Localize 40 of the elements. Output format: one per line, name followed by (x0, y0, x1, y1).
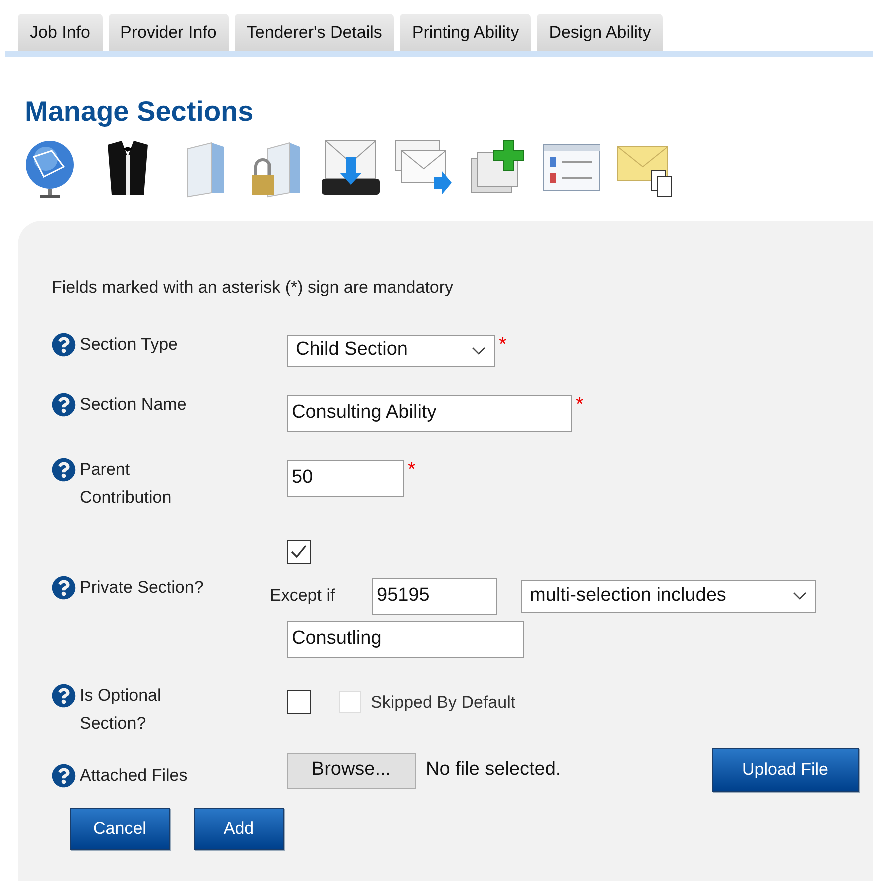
text-field[interactable]: Consutling (287, 620, 524, 658)
except-if-label: Except if (270, 585, 336, 608)
tab[interactable]: Printing Ability (400, 14, 532, 51)
condition-select[interactable]: multi-selection includes (521, 580, 816, 612)
file-status: No file selected. (426, 758, 562, 782)
required-mark: * (408, 460, 416, 480)
chevron-down-icon (793, 592, 807, 600)
form-button[interactable]: Add (194, 808, 284, 850)
chevron-down-icon (472, 346, 486, 354)
help-icon[interactable] (52, 458, 76, 482)
checkbox-label: Skipped By Default (371, 692, 516, 714)
required-mark: * (499, 334, 507, 354)
field-label: Section Name (80, 394, 187, 416)
tab[interactable]: Job Info (18, 14, 102, 51)
help-icon[interactable] (52, 764, 76, 788)
form-button[interactable]: Cancel (70, 808, 170, 850)
help-icon[interactable] (52, 392, 76, 416)
text-field[interactable]: Consulting Ability (287, 394, 572, 432)
check-icon (291, 544, 307, 558)
help-icon[interactable] (52, 332, 76, 356)
checkbox[interactable] (287, 540, 311, 564)
mandatory-notice: Fields marked with an asterisk (*) sign are mandatory (52, 277, 455, 299)
upload-file-button[interactable]: Upload File (712, 748, 859, 792)
field-label: Attached Files (80, 764, 188, 786)
field-label: Section Type (80, 334, 178, 356)
page-title: Manage Sections (25, 95, 255, 129)
help-icon[interactable] (52, 684, 76, 708)
field-label: Is Optional Section? (80, 684, 162, 734)
field-label: Private Section? (80, 576, 204, 598)
help-icon[interactable] (52, 576, 76, 600)
tab[interactable]: Provider Info (108, 14, 229, 51)
field-label: Parent Contribution (80, 458, 173, 508)
text-field[interactable]: 50 (287, 460, 404, 496)
tab[interactable]: Tenderer's Details (234, 14, 394, 51)
checkbox[interactable] (287, 690, 311, 714)
tab[interactable]: Design Ability (537, 14, 664, 51)
text-field[interactable]: 95195 (372, 578, 497, 614)
browse-button[interactable]: Browse... (287, 752, 416, 788)
section-type-select[interactable]: Child Section (287, 334, 495, 366)
required-mark: * (576, 394, 584, 414)
